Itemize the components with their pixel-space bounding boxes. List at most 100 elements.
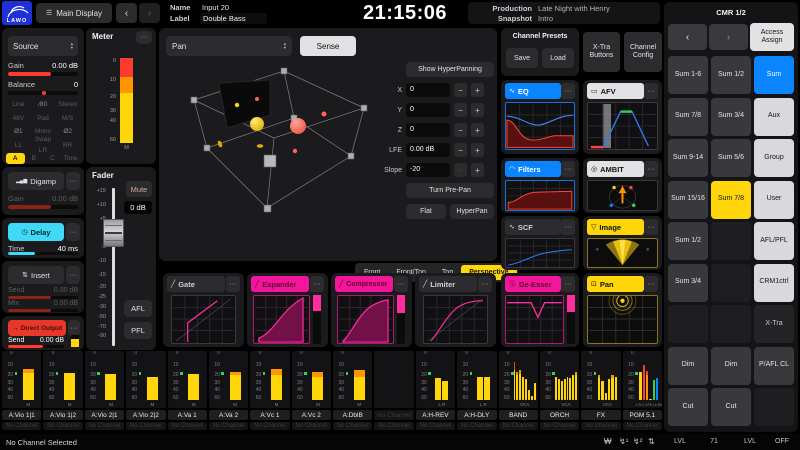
sidebar-button-cut[interactable]: Cut: [711, 388, 751, 426]
sidebar-button-p-afl-cl[interactable]: P/AFL CL: [754, 347, 794, 385]
meter-strip-band[interactable]: 01020304060VCABANDNo Channel: [499, 351, 538, 432]
eq-graph[interactable]: [505, 102, 575, 150]
sidebar-button-dim[interactable]: Dim: [668, 347, 708, 385]
xtra-buttons-button[interactable]: X-Tra Buttons: [583, 32, 620, 72]
nav-forward-button[interactable]: ›: [139, 3, 160, 23]
nav-back-button[interactable]: ‹: [116, 3, 137, 23]
digamp-more-button[interactable]: ···: [66, 172, 80, 190]
sidebar-button-aux[interactable]: Aux: [754, 98, 794, 136]
sidebar-button-sum-1-2[interactable]: Sum 1/2: [668, 222, 708, 260]
sidebar-forward-button[interactable]: ›: [709, 24, 748, 50]
source-option-line[interactable]: Line: [6, 99, 31, 110]
source-option-pad[interactable]: Pad: [31, 113, 56, 124]
meter-more-button[interactable]: ···: [136, 31, 152, 44]
gain-slider[interactable]: [8, 72, 78, 76]
filters-button[interactable]: ◠Filters: [505, 161, 561, 177]
afl-button[interactable]: AFL: [124, 300, 152, 317]
meter-strip-no-channel[interactable]: No ChannelNo Channel: [374, 351, 413, 432]
pan-param-plus-button[interactable]: +: [471, 123, 484, 137]
insert-send-slider[interactable]: [8, 296, 78, 299]
sidebar-button-sum-5-6[interactable]: Sum 5/6: [711, 139, 751, 177]
image-button[interactable]: ▽Image: [587, 219, 644, 235]
meter-strip-a-dblb[interactable]: 01020304060MA:DblBNo Channel: [333, 351, 372, 432]
scf-graph[interactable]: [505, 238, 575, 268]
fader-handle[interactable]: [103, 219, 124, 247]
faders-icon[interactable]: ₩: [604, 437, 612, 446]
pan-param-value[interactable]: 0: [406, 123, 450, 137]
filters-more-button[interactable]: ···: [561, 161, 575, 177]
source-option-stereo[interactable]: Stereo: [55, 99, 80, 110]
meter-strip-a-vio-2-1[interactable]: 01020304060MA:Vio 2|1No Channel: [85, 351, 124, 432]
source-option-a[interactable]: A: [6, 153, 25, 164]
meter-strip-orch[interactable]: 01020304060VCAORCHNo Channel: [540, 351, 579, 432]
meter-strip-a-h-rev[interactable]: 01020304060L RA:H-REVNo Channel: [416, 351, 455, 432]
sidebar-button-sum-15-16[interactable]: Sum 15/16: [668, 181, 708, 219]
compressor-button[interactable]: ╱Compressor: [335, 276, 393, 292]
expander-button[interactable]: ╱Expander: [251, 276, 309, 292]
channel-config-button[interactable]: Channel Config: [624, 32, 662, 72]
meter-strip-a-va-2[interactable]: 01020304060MA:Va 2No Channel: [209, 351, 248, 432]
ambit-button[interactable]: ◎AMBIT: [587, 161, 644, 177]
meter-strip-fx[interactable]: 01020304060VCAFXNo Channel: [581, 351, 620, 432]
ambit-graph[interactable]: [587, 180, 658, 211]
source-selector[interactable]: Source ▴▾: [8, 36, 78, 56]
afv-more-button[interactable]: ···: [644, 83, 658, 99]
access-assign-button[interactable]: Access Assign: [750, 23, 794, 51]
eq-more-button[interactable]: ···: [561, 83, 575, 99]
pan-param-value[interactable]: 0: [406, 103, 450, 117]
pan-param-minus-button[interactable]: −: [454, 163, 467, 177]
insert-more-button[interactable]: ···: [66, 266, 80, 284]
sidebar-button-sum-3-4[interactable]: Sum 3/4: [668, 264, 708, 302]
deesser-more-button[interactable]: ···: [561, 276, 575, 292]
source-option-1[interactable]: Ø1: [6, 126, 31, 137]
flash1-icon[interactable]: ↯¹: [619, 437, 628, 446]
main-display-button[interactable]: ☰ Main Display: [36, 3, 112, 23]
afv-button[interactable]: ▭AFV: [587, 83, 644, 99]
balance-slider[interactable]: [8, 91, 78, 95]
expander-more-button[interactable]: ···: [310, 276, 324, 292]
delay-time-slider[interactable]: [8, 252, 78, 255]
sidebar-button-user[interactable]: User: [754, 181, 794, 219]
image-more-button[interactable]: ···: [644, 219, 658, 235]
sidebar-button-group[interactable]: Group: [754, 139, 794, 177]
meter-strip-a-vio-1-2[interactable]: 01020304060MA:Vio 1|2No Channel: [43, 351, 82, 432]
direct-output-button[interactable]: → Direct Output: [8, 320, 66, 336]
compressor-graph[interactable]: [337, 295, 394, 344]
pan-param-plus-button[interactable]: +: [471, 163, 484, 177]
eq-button[interactable]: ∿EQ: [505, 83, 561, 99]
pfl-button[interactable]: PFL: [124, 322, 152, 339]
pan-tile-more-button[interactable]: ···: [644, 276, 658, 292]
meter-strip-pgm-5-1[interactable]: 01020304060L R C LFE Ls RsPGM 5.1No Chan…: [623, 351, 662, 432]
flat-button[interactable]: Flat: [406, 204, 446, 219]
meter-strip-a-h-dly[interactable]: 01020304060L RA:H-DLYNo Channel: [457, 351, 496, 432]
sidebar-button-sum-1-2[interactable]: Sum 1/2: [711, 56, 751, 94]
deesser-graph[interactable]: [505, 295, 564, 344]
scf-button[interactable]: ∿SCF: [505, 219, 561, 235]
sense-button[interactable]: Sense: [300, 36, 356, 56]
source-option-2[interactable]: Ø2: [55, 126, 80, 137]
sidebar-back-button[interactable]: ‹: [668, 24, 707, 50]
deesser-button[interactable]: ⓈDe-Esser: [505, 276, 561, 292]
sidebar-button-sum-7-8[interactable]: Sum 7/8: [668, 98, 708, 136]
pan-param-minus-button[interactable]: −: [454, 83, 467, 97]
io-arrows-icon[interactable]: ⇅: [648, 437, 655, 446]
sidebar-button-cut[interactable]: Cut: [668, 388, 708, 426]
pan-param-minus-button[interactable]: −: [454, 123, 467, 137]
sidebar-button-sum-1-6[interactable]: Sum 1-6: [668, 56, 708, 94]
gate-button[interactable]: ╱Gate: [167, 276, 225, 292]
flash2-icon[interactable]: ↯²: [633, 437, 642, 446]
source-option-80[interactable]: ⁄80: [31, 99, 56, 110]
pan-selector[interactable]: Pan ▴▾: [166, 36, 292, 56]
preset-load-button[interactable]: Load: [542, 48, 574, 68]
limiter-button[interactable]: ╱Limiter: [419, 276, 477, 292]
limiter-more-button[interactable]: ···: [478, 276, 492, 292]
source-option-b[interactable]: B: [25, 153, 44, 164]
pan-tile-graph[interactable]: [587, 295, 658, 344]
scf-more-button[interactable]: ···: [561, 219, 575, 235]
sidebar-button-sum[interactable]: Sum: [754, 56, 794, 94]
pan-param-value[interactable]: -20: [406, 163, 450, 177]
meter-strip-a-vio-2-2[interactable]: 01020304060MA:Vio 2|2No Channel: [126, 351, 165, 432]
show-hyperpanning-button[interactable]: Show HyperPanning: [406, 62, 494, 77]
pan-param-value[interactable]: 0.00 dB: [406, 143, 450, 157]
meter-strip-a-vio-1-1[interactable]: 01020304060MA:Vio 1|1No Channel: [2, 351, 41, 432]
